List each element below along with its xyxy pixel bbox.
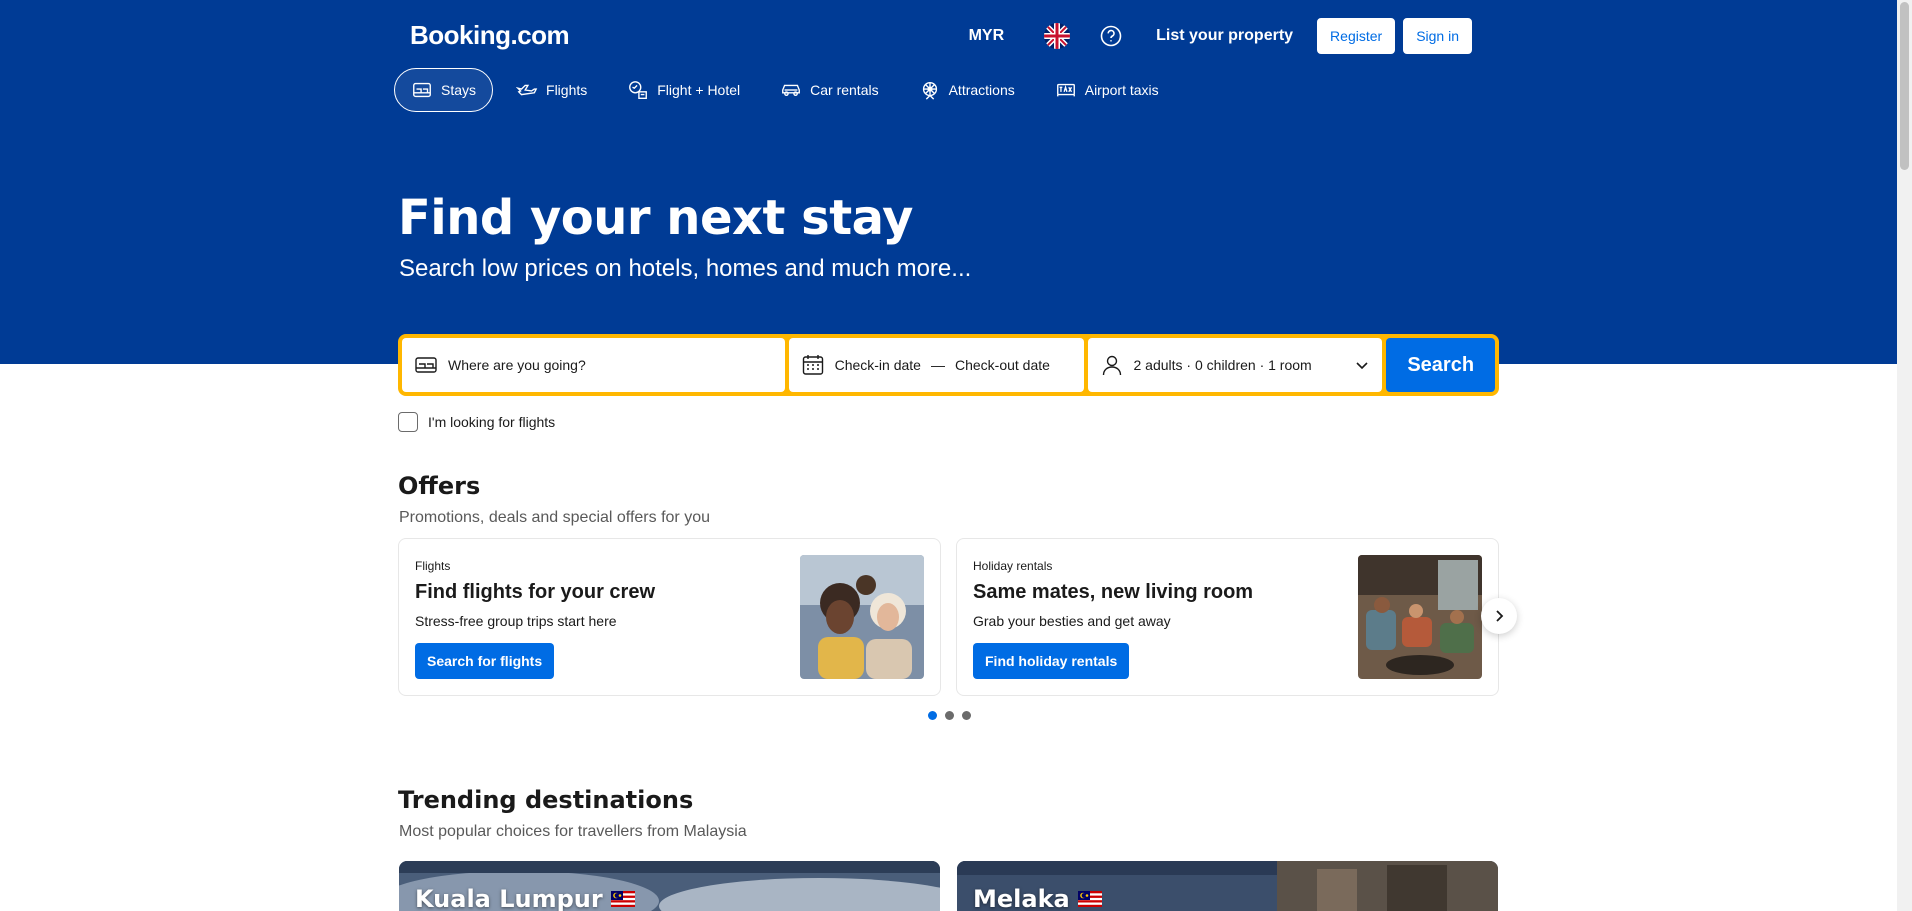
malaysia-flag-icon [1077, 891, 1102, 907]
destination-name: Melaka [973, 885, 1102, 911]
checkin-date: Check-in date [834, 357, 921, 373]
destination-name: Kuala Lumpur [415, 885, 635, 911]
flights-checkbox-label[interactable]: I'm looking for flights [428, 414, 555, 430]
tab-label: Attractions [948, 82, 1015, 98]
tab-label: Flights [546, 82, 588, 98]
offer-eyebrow: Flights [415, 559, 451, 573]
search-bar: Where are you going? Check-in date — Che… [398, 334, 1499, 396]
offers-title: Offers [398, 472, 481, 500]
tab-stays[interactable]: Stays [394, 68, 494, 112]
hero-subtitle: Search low prices on hotels, homes and m… [399, 255, 972, 282]
taxi-icon [1056, 83, 1075, 97]
uk-flag-icon[interactable] [1044, 23, 1071, 49]
sign-in-button[interactable]: Sign in [1403, 18, 1472, 54]
flights-checkbox-row: I'm looking for flights [398, 412, 555, 432]
tab-flights[interactable]: Flights [499, 68, 604, 112]
currency-selector[interactable]: MYR [969, 27, 1005, 45]
booking-logo[interactable]: Booking.com [410, 20, 570, 51]
top-bar: MYR List your property Register Sign in [969, 18, 1472, 54]
occupancy-value: 2 adults · 0 children · 1 room [1133, 357, 1312, 373]
car-icon [782, 84, 801, 97]
tab-label: Airport taxis [1084, 82, 1159, 98]
page-scrollbar[interactable] [1897, 0, 1912, 911]
tab-label: Stays [441, 82, 477, 98]
tab-airport-taxis[interactable]: Airport taxis [1038, 68, 1176, 112]
bed-icon [415, 357, 437, 373]
offer-description: Stress-free group trips start here [415, 613, 617, 629]
person-icon [1102, 355, 1121, 376]
register-button[interactable]: Register [1317, 18, 1396, 54]
list-your-property-link[interactable]: List your property [1156, 27, 1293, 45]
offer-image-friends [800, 555, 924, 679]
tab-flight-hotel[interactable]: Flight + Hotel [610, 68, 757, 112]
offer-card-flights: Flights Find flights for your crew Stres… [398, 538, 941, 696]
tab-attractions[interactable]: Attractions [902, 68, 1032, 112]
carousel-dot[interactable] [962, 711, 971, 720]
calendar-icon [802, 355, 823, 375]
tab-car-rentals[interactable]: Car rentals [763, 68, 895, 112]
search-button[interactable]: Search [1386, 338, 1495, 392]
chevron-down-icon [1356, 362, 1368, 370]
destination-input[interactable]: Where are you going? [402, 338, 785, 392]
date-separator: — [930, 357, 945, 373]
search-for-flights-button[interactable]: Search for flights [415, 643, 555, 679]
destination-card-melaka[interactable]: Melaka [957, 861, 1498, 911]
header-hero: Booking.com MYR List your property Regis… [0, 0, 1897, 364]
product-nav: Stays Flights Flight + Hotel Car rentals… [394, 68, 1176, 112]
carousel-dot[interactable] [945, 711, 954, 720]
attractions-icon [922, 81, 937, 100]
offer-image-living-room [1358, 555, 1482, 679]
bed-icon [413, 82, 431, 98]
question-circle-icon[interactable] [1100, 25, 1122, 47]
checkout-date: Check-out date [954, 357, 1050, 373]
trending-subtitle: Most popular choices for travellers from… [399, 823, 747, 840]
flight-hotel-icon [629, 81, 648, 99]
offer-card-holiday-rentals: Holiday rentals Same mates, new living r… [956, 538, 1499, 696]
offer-title: Same mates, new living room [973, 581, 1254, 603]
tab-label: Flight + Hotel [657, 82, 741, 98]
trending-title: Trending destinations [398, 786, 694, 814]
offer-eyebrow: Holiday rentals [973, 559, 1053, 573]
carousel-pagination [928, 711, 971, 720]
find-holiday-rentals-button[interactable]: Find holiday rentals [973, 643, 1130, 679]
tab-label: Car rentals [810, 82, 879, 98]
destination-card-kuala-lumpur[interactable]: Kuala Lumpur [399, 861, 940, 911]
flights-checkbox[interactable] [398, 412, 418, 432]
offers-subtitle: Promotions, deals and special offers for… [399, 509, 710, 526]
hero-title: Find your next stay [398, 190, 913, 246]
carousel-next-button[interactable] [1481, 598, 1517, 634]
page: Booking.com MYR List your property Regis… [0, 0, 1912, 911]
offer-title: Find flights for your crew [415, 581, 656, 603]
offer-description: Grab your besties and get away [973, 613, 1171, 629]
plane-icon [516, 84, 538, 96]
occupancy-selector[interactable]: 2 adults · 0 children · 1 room [1087, 338, 1383, 392]
chevron-right-icon [1496, 610, 1504, 622]
malaysia-flag-icon [610, 891, 635, 907]
destination-placeholder: Where are you going? [448, 357, 586, 373]
carousel-dot[interactable] [928, 711, 937, 720]
date-picker[interactable]: Check-in date — Check-out date [788, 338, 1084, 392]
scrollbar-thumb[interactable] [1900, 2, 1909, 170]
